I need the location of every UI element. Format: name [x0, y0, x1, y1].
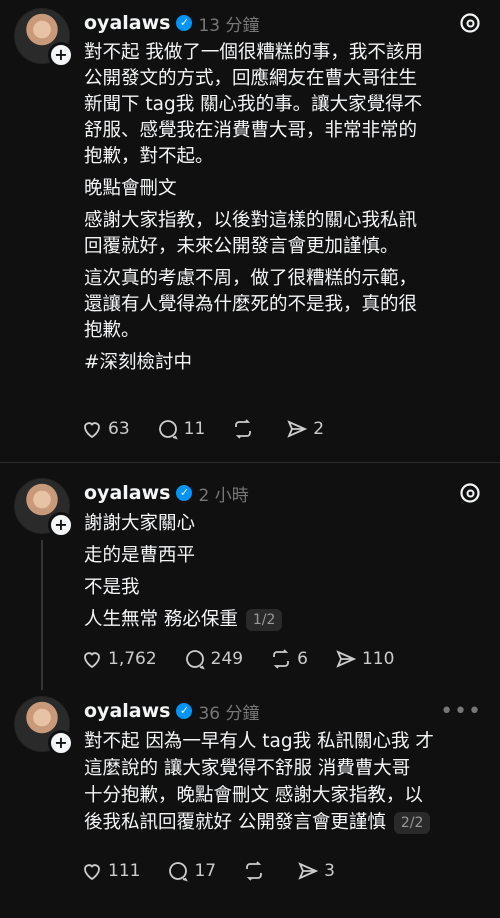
post-body: 對不起 我做了一個很糟糕的事，我不該用 公開發文的方式，回應網友在曹大哥往生 新…: [84, 40, 484, 382]
repost-button[interactable]: [242, 859, 270, 883]
username[interactable]: oyalaws: [84, 700, 170, 722]
verified-badge-icon: ✓: [176, 703, 193, 719]
repost-icon: [273, 649, 290, 669]
share-count: 110: [361, 649, 395, 669]
reply-count: 17: [194, 861, 217, 881]
post-3: + oyalaws ✓ 36 分鐘 ••• 對不起 因為一早有人 tag我 私訊…: [0, 696, 500, 896]
send-icon: [287, 420, 308, 438]
verified-badge-icon: ✓: [176, 15, 193, 31]
heart-icon: [84, 864, 100, 881]
post-text: 這次真的考慮不周，做了很糟糕的示範， 還讓有人覺得為什麼死的不是我，真的很 抱歉…: [84, 268, 418, 341]
like-button[interactable]: 111: [80, 859, 140, 883]
repost-button[interactable]: [231, 417, 259, 441]
share-button[interactable]: 110: [334, 647, 394, 671]
like-count: 63: [108, 419, 130, 439]
action-bar: 1,762 249 6 110: [80, 644, 420, 674]
follow-plus-icon[interactable]: +: [48, 730, 74, 756]
like-count: 1,762: [108, 649, 157, 669]
post-2: + oyalaws ✓ 2 小時 謝謝大家關心 走的是曹西平 不是我 人生無常 …: [0, 478, 500, 690]
action-bar: 111 17 3: [80, 856, 361, 886]
share-count: 3: [324, 861, 335, 881]
comment-icon: [185, 650, 205, 670]
comment-icon: [169, 862, 189, 882]
heart-icon: [84, 422, 100, 439]
username[interactable]: oyalaws: [84, 12, 170, 34]
post-text: 感謝大家指教，以後對這樣的關心我私訊 回覆就好，未來公開發言會更加謹慎。: [84, 210, 418, 257]
reply-count: 11: [183, 419, 206, 439]
hashtag[interactable]: #深刻檢討中: [84, 350, 484, 376]
post-time: 13 分鐘: [198, 15, 260, 36]
post-body: 對不起 因為一早有人 tag我 私訊關心我 才 這麼說的 讓大家覺得不舒服 消費…: [84, 728, 484, 842]
post-time: 2 小時: [198, 485, 249, 506]
action-bar: 63 11 2: [80, 414, 350, 444]
avatar[interactable]: +: [14, 478, 74, 538]
post-text: 謝謝大家關心: [84, 513, 196, 534]
post-text: 對不起 我做了一個很糟糕的事，我不該用 公開發文的方式，回應網友在曹大哥往生 新…: [84, 42, 423, 167]
thread-line: [41, 540, 43, 690]
reply-button[interactable]: 11: [156, 417, 206, 441]
thread-page-badge: 2/2: [393, 812, 431, 834]
reply-count: 249: [210, 649, 244, 669]
divider: [0, 462, 500, 463]
verified-badge-icon: ✓: [176, 485, 193, 501]
follow-plus-icon[interactable]: +: [48, 42, 74, 68]
repost-count: 6: [297, 649, 308, 669]
post-text: 對不起 因為一早有人 tag我 私訊關心我 才 這麼說的 讓大家覺得不舒服 消費…: [84, 731, 434, 834]
follow-plus-icon[interactable]: +: [48, 512, 74, 538]
comment-icon: [158, 420, 178, 440]
post-text: 人生無常 務必保重 1/2: [84, 606, 484, 634]
post-body: 謝謝大家關心 走的是曹西平 不是我 人生無常 務必保重 1/2: [84, 510, 484, 638]
avatar[interactable]: +: [14, 696, 74, 756]
share-button[interactable]: 3: [296, 859, 335, 883]
threads-logo-icon: [460, 13, 480, 33]
more-options-icon[interactable]: •••: [440, 699, 482, 724]
thread-page-badge: 1/2: [245, 609, 283, 631]
reply-button[interactable]: 17: [166, 859, 216, 883]
heart-icon: [84, 652, 100, 669]
send-icon: [298, 862, 319, 880]
like-button[interactable]: 63: [80, 417, 130, 441]
post-text: 不是我: [84, 577, 140, 598]
repost-icon: [246, 861, 262, 881]
post-text: 晚點會刪文: [84, 178, 177, 199]
like-button[interactable]: 1,762: [80, 647, 157, 671]
username[interactable]: oyalaws: [84, 482, 170, 504]
post-time: 36 分鐘: [198, 703, 260, 724]
like-count: 111: [108, 861, 141, 881]
repost-icon: [235, 419, 252, 439]
avatar[interactable]: +: [14, 8, 74, 68]
repost-button[interactable]: 6: [269, 647, 308, 671]
share-button[interactable]: 2: [285, 417, 324, 441]
post-1: + oyalaws ✓ 13 分鐘 對不起 我做了一個很糟糕的事，我不該用 公開…: [0, 8, 500, 448]
send-icon: [336, 650, 357, 668]
threads-logo-icon: [460, 483, 480, 503]
post-text: 走的是曹西平: [84, 545, 196, 566]
reply-button[interactable]: 249: [183, 647, 243, 671]
share-count: 2: [313, 419, 325, 439]
